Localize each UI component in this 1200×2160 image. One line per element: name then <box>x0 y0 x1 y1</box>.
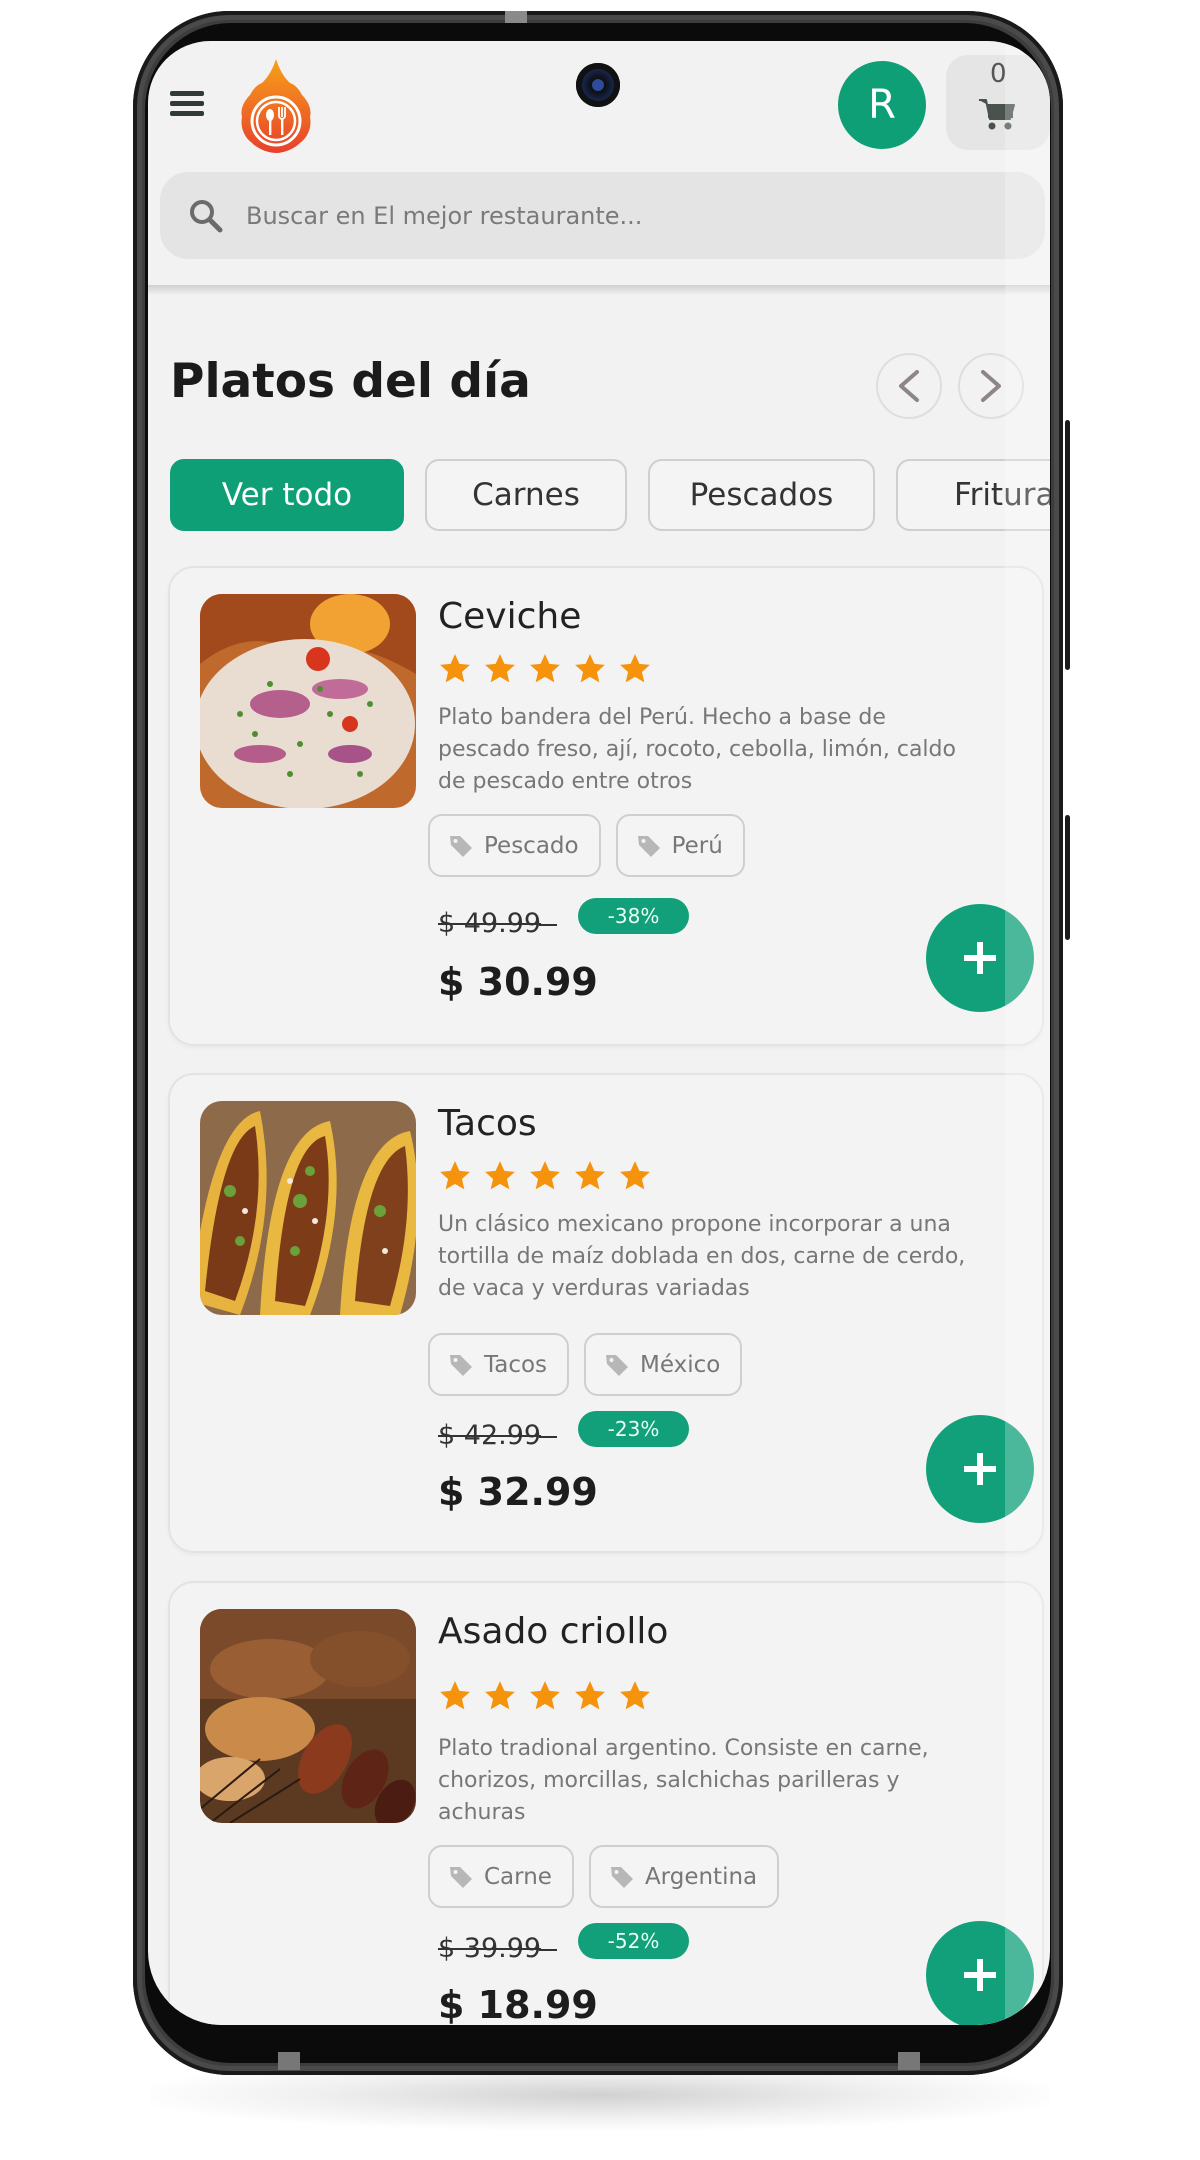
star-icon <box>440 1161 470 1190</box>
star-icon <box>620 654 650 683</box>
chevron-right-icon <box>981 370 1001 402</box>
filter-chip-label: Pescados <box>689 477 834 513</box>
tag-chip[interactable]: México <box>584 1333 743 1396</box>
search-icon <box>190 199 223 232</box>
tag-label: Argentina <box>644 1863 758 1890</box>
star-icon <box>575 1161 605 1190</box>
rating-stars <box>438 652 652 686</box>
ceviche-photo <box>200 594 416 808</box>
star-icon <box>440 1681 470 1710</box>
phone-power-button <box>1065 815 1070 940</box>
search-bar[interactable] <box>160 172 1045 259</box>
rating-stars <box>438 1159 652 1193</box>
tag-icon <box>450 835 472 857</box>
tag-icon <box>450 1354 472 1376</box>
carousel-next-button[interactable] <box>958 353 1024 419</box>
tag-icon <box>610 1866 633 1888</box>
dish-name: Asado criollo <box>438 1611 669 1652</box>
tag-chip[interactable]: Tacos <box>428 1333 570 1396</box>
original-price: $ 39.99 <box>438 1933 557 1964</box>
section-title: Platos del día <box>170 354 531 409</box>
dish-card[interactable]: Ceviche Plato bandera del Perú. Hecho a … <box>168 566 1044 1046</box>
header-divider <box>148 285 1050 295</box>
add-to-cart-button[interactable] <box>926 1921 1034 2025</box>
star-icon <box>485 1681 515 1710</box>
dish-card[interactable]: Asado criollo Plato tradional argentino.… <box>168 1581 1044 2025</box>
filter-chip-label: Frituras <box>954 477 1050 513</box>
tag-chip[interactable]: Pescado <box>428 814 601 877</box>
phone-antenna-line <box>278 2052 300 2070</box>
star-icon <box>485 654 515 683</box>
tacos-photo <box>200 1101 416 1315</box>
restaurant-logo[interactable] <box>238 57 314 153</box>
chevron-left-icon <box>899 370 919 402</box>
carousel-prev-button[interactable] <box>876 353 942 419</box>
search-input[interactable] <box>246 172 1045 259</box>
original-price: $ 49.99 <box>438 908 557 939</box>
phone-top-speaker <box>505 11 527 23</box>
category-filter-bar: Ver todo Carnes Pescados Frituras <box>170 459 1050 531</box>
plus-icon <box>964 942 996 974</box>
cart-count: 0 <box>990 59 1007 89</box>
dish-description: Un clásico mexicano propone incorporar a… <box>438 1212 966 1301</box>
plus-icon <box>964 1453 996 1485</box>
current-price: $ 18.99 <box>438 1983 598 2025</box>
dish-tags: Carne Argentina <box>428 1845 780 1908</box>
tag-label: Carne <box>484 1863 552 1890</box>
plus-icon <box>964 1959 996 1991</box>
star-icon <box>575 1681 605 1710</box>
front-camera <box>576 63 620 107</box>
shopping-cart-icon <box>979 99 1015 130</box>
filter-chip-label: Carnes <box>472 477 580 513</box>
filter-chip-frituras[interactable]: Frituras <box>896 459 1050 531</box>
dish-name: Ceviche <box>438 596 582 637</box>
star-icon <box>530 1681 560 1710</box>
tag-label: México <box>640 1351 721 1378</box>
discount-badge: -52% <box>578 1923 689 1959</box>
filter-chip-label: Ver todo <box>221 477 353 513</box>
cart-button[interactable]: 0 <box>946 55 1050 150</box>
filter-chip-carnes[interactable]: Carnes <box>425 459 627 531</box>
phone-antenna-line <box>898 2052 920 2070</box>
discount-badge: -38% <box>578 898 689 934</box>
dish-tags: Tacos México <box>428 1333 743 1396</box>
add-to-cart-button[interactable] <box>926 1415 1034 1523</box>
dish-name: Tacos <box>438 1103 537 1144</box>
add-to-cart-button[interactable] <box>926 904 1034 1012</box>
tag-chip[interactable]: Argentina <box>588 1845 780 1908</box>
tag-icon <box>450 1866 472 1888</box>
tag-chip[interactable]: Carne <box>428 1845 574 1908</box>
star-icon <box>530 1161 560 1190</box>
star-icon <box>485 1161 515 1190</box>
dish-card[interactable]: Tacos Un clásico mexicano propone incorp… <box>168 1073 1044 1553</box>
hamburger-menu-icon[interactable] <box>170 89 204 117</box>
dish-description: Plato tradional argentino. Consiste en c… <box>438 1736 929 1825</box>
tag-label: Perú <box>671 832 723 859</box>
current-price: $ 32.99 <box>438 1470 598 1514</box>
star-icon <box>440 654 470 683</box>
asado-photo <box>200 1609 416 1823</box>
tag-icon <box>637 835 660 857</box>
discount-badge: -23% <box>578 1411 689 1447</box>
tag-label: Pescado <box>484 832 579 859</box>
current-price: $ 30.99 <box>438 960 598 1004</box>
dish-description: Plato bandera del Perú. Hecho a base de … <box>438 705 956 794</box>
user-avatar[interactable]: R <box>838 61 926 149</box>
avatar-initial: R <box>868 82 896 128</box>
tag-icon <box>606 1354 629 1376</box>
phone-volume-button <box>1065 420 1070 670</box>
filter-chip-ver-todo[interactable]: Ver todo <box>170 459 404 531</box>
rating-stars <box>438 1679 652 1713</box>
dish-tags: Pescado Perú <box>428 814 745 877</box>
filter-chip-pescados[interactable]: Pescados <box>648 459 875 531</box>
tag-chip[interactable]: Perú <box>615 814 745 877</box>
app-screen: R 0 Platos del día Ver todo <box>148 41 1050 2025</box>
star-icon <box>575 654 605 683</box>
star-icon <box>620 1161 650 1190</box>
original-price: $ 42.99 <box>438 1420 557 1451</box>
tag-label: Tacos <box>484 1351 548 1378</box>
star-icon <box>530 654 560 683</box>
star-icon <box>620 1681 650 1710</box>
